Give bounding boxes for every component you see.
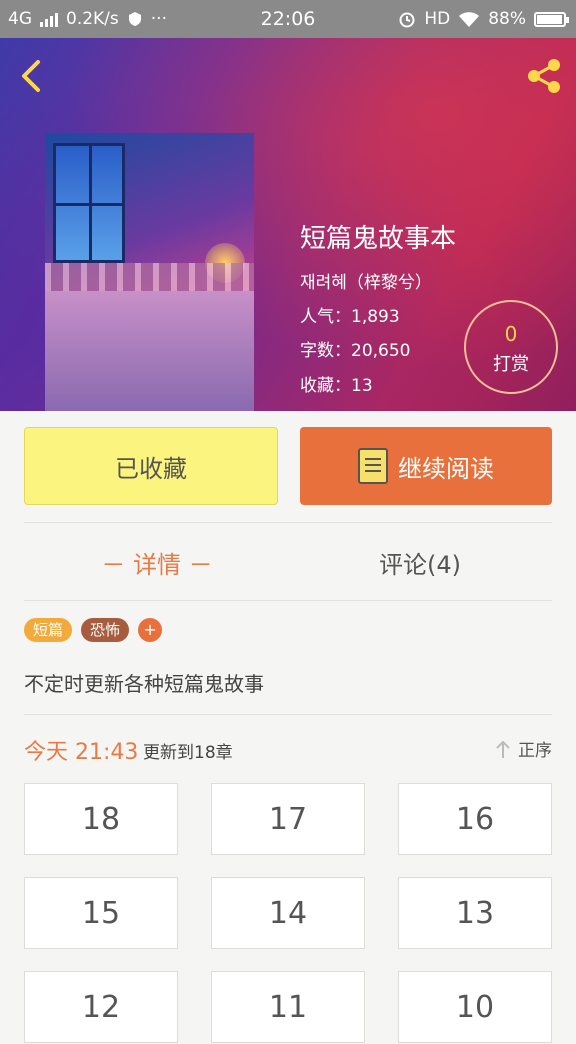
battery-icon [534, 11, 569, 27]
tab-detail[interactable]: － 详情 － [0, 545, 314, 580]
chapter-button[interactable]: 17 [211, 783, 365, 855]
chapter-button[interactable]: 18 [24, 783, 178, 855]
hd-label: HD [424, 9, 451, 29]
popularity-count: 人气：1,893 [300, 307, 400, 327]
battery-percent: 88% [488, 9, 526, 29]
book-icon [358, 448, 388, 484]
book-description: 不定时更新各种短篇鬼故事 [24, 672, 264, 696]
alarm-icon [399, 12, 415, 28]
chevron-left-icon[interactable] [12, 56, 52, 96]
book-cover[interactable] [45, 133, 254, 411]
divider [24, 600, 552, 601]
chapter-button[interactable]: 15 [24, 877, 178, 949]
book-header: 短篇鬼故事本 재려혜（梓黎兮） 人气：1,893 字数：20,650 收藏：13… [0, 38, 576, 411]
chapter-button[interactable]: 12 [24, 971, 178, 1043]
add-tag-button[interactable]: + [138, 618, 163, 642]
chapter-button[interactable]: 16 [398, 783, 552, 855]
sort-label: 正序 [518, 741, 552, 761]
word-count: 字数：20,650 [300, 341, 411, 361]
divider [24, 522, 552, 523]
arrow-up-icon [496, 740, 510, 758]
update-time: 今天 21:43 [24, 740, 139, 765]
book-author[interactable]: 재려혜（梓黎兮） [300, 268, 432, 293]
chapter-button[interactable]: 11 [211, 971, 365, 1043]
favorited-button[interactable]: 已收藏 [24, 427, 278, 505]
sort-toggle[interactable]: 正序 [494, 736, 552, 761]
update-status: 更新到18章 [143, 743, 233, 763]
chapter-button[interactable]: 10 [398, 971, 552, 1043]
chapter-button[interactable]: 13 [398, 877, 552, 949]
favorite-count: 收藏：13 [300, 376, 373, 396]
tip-count: 0 [504, 322, 518, 346]
status-bar: 4G 0.2K/s ··· 22:06 HD 88% [0, 0, 576, 38]
tip-button[interactable]: 0 打赏 [464, 300, 558, 394]
tab-comments[interactable]: 评论(4) [290, 545, 550, 580]
chapter-button[interactable]: 14 [211, 877, 365, 949]
wifi-icon [459, 11, 480, 27]
share-icon[interactable] [522, 54, 566, 98]
tip-label: 打赏 [493, 354, 529, 375]
book-title: 短篇鬼故事本 [300, 224, 457, 254]
tag-list: 短篇 恐怖 + [24, 618, 163, 642]
tag-short[interactable]: 短篇 [24, 618, 73, 642]
continue-reading-button[interactable]: 继续阅读 [300, 427, 552, 505]
divider [24, 714, 552, 715]
continue-reading-label: 继续阅读 [398, 454, 494, 483]
tag-horror[interactable]: 恐怖 [81, 618, 130, 642]
favorited-label: 已收藏 [115, 454, 187, 483]
